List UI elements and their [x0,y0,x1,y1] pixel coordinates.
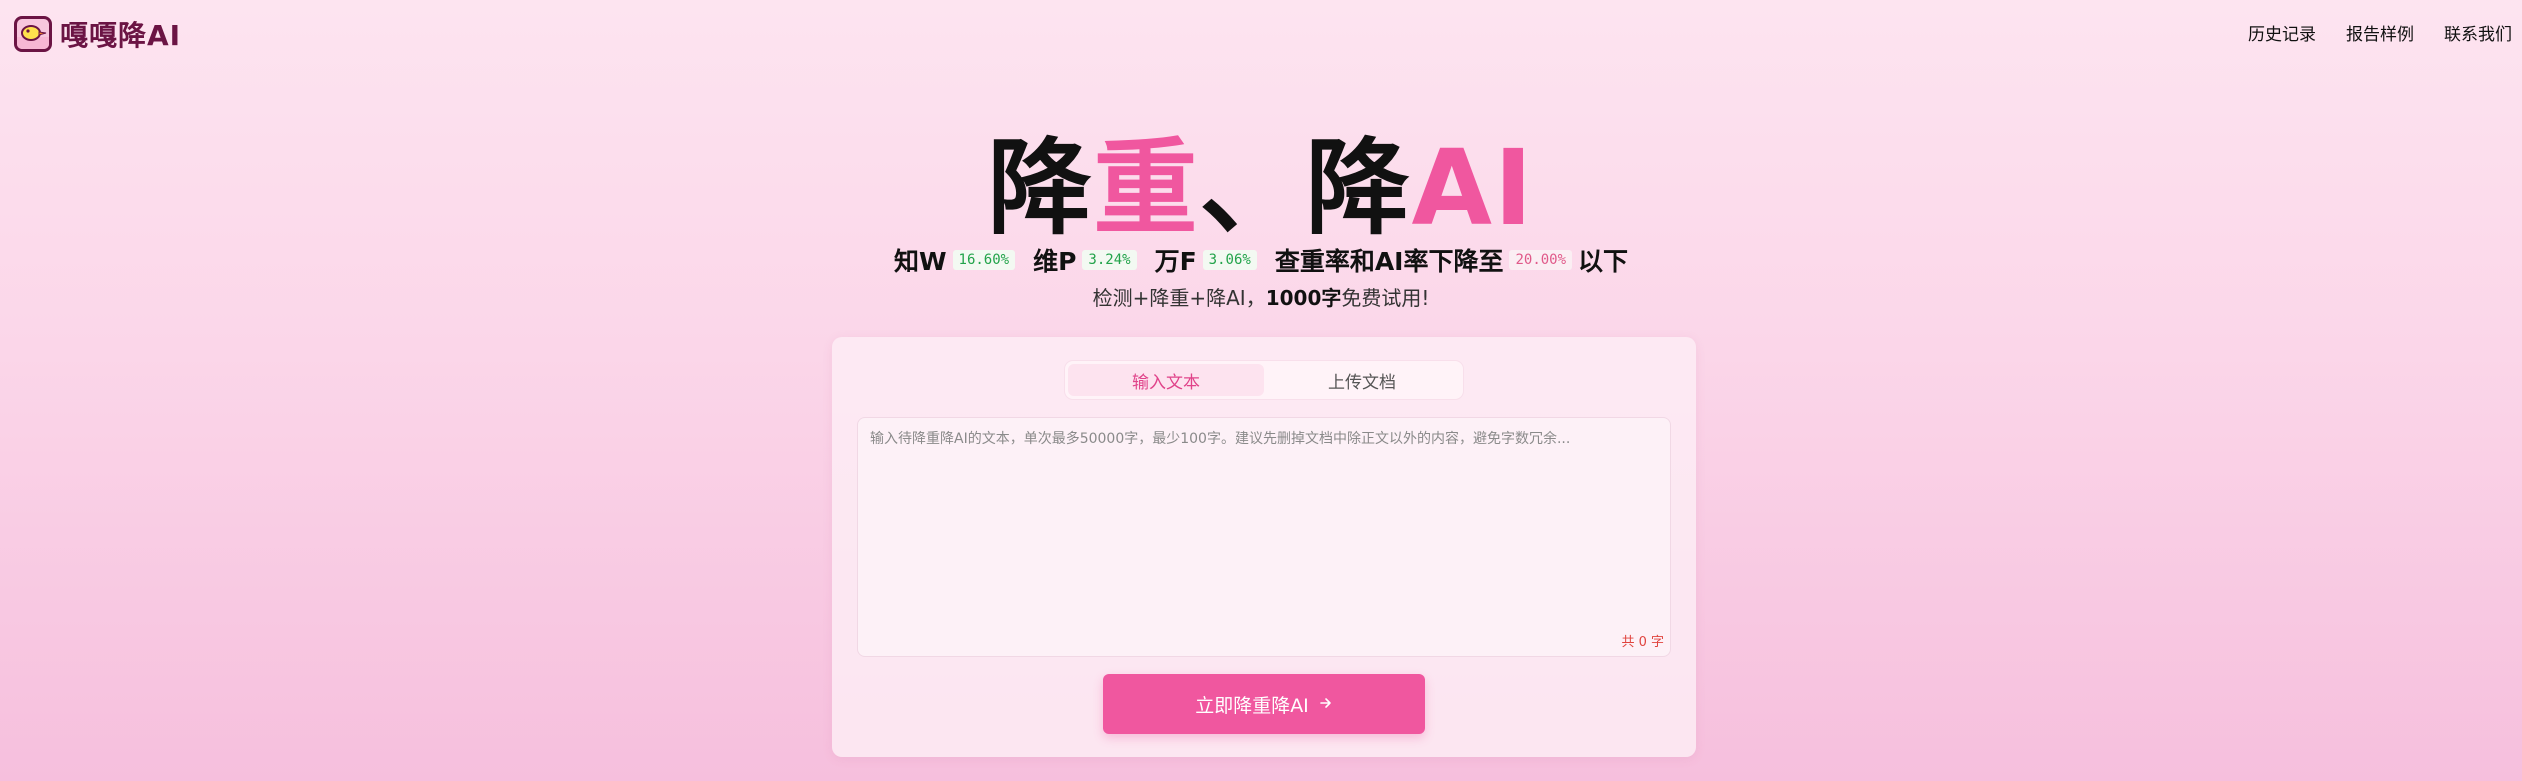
stat-weipu: 维P 3.24% [1033,242,1137,278]
stats-line: 知W 16.60% 维P 3.24% 万F 3.06% 查重率和AI率下降至 2… [0,242,2522,278]
stat-badge: 3.06% [1202,250,1257,270]
stat-label: 万F [1154,247,1197,276]
target-suffix: 以下 [1578,247,1629,276]
stat-label: 维P [1033,247,1077,276]
subtitle: 检测+降重+降AI，1000字免费试用! [0,282,2522,311]
tab-upload-document[interactable]: 上传文档 [1264,364,1460,396]
nav-history[interactable]: 历史记录 [2248,20,2316,45]
submit-label: 立即降重降AI [1195,694,1309,717]
hero-title-part: AI [1411,127,1535,249]
target-badge: 20.00% [1509,250,1573,270]
tab-input-text[interactable]: 输入文本 [1068,364,1264,396]
hero-title: 降重、降AI [0,128,2522,248]
logo[interactable]: 嘎嘎降AI [14,14,181,54]
hero-title-part: 重 [1093,127,1200,249]
nav-contact[interactable]: 联系我们 [2444,20,2512,45]
input-card: 输入文本 上传文档 共 0 字 立即降重降AI [832,337,1696,757]
stat-badge: 3.24% [1082,250,1137,270]
hero-title-part: 降 [987,127,1094,249]
input-mode-tabs: 输入文本 上传文档 [1065,361,1463,399]
stat-wanfang: 万F 3.06% [1155,242,1257,278]
logo-duck-icon [14,16,52,52]
top-nav: 历史记录 报告样例 联系我们 [2248,20,2512,45]
hero-title-part: 降 [1305,127,1412,249]
submit-button[interactable]: 立即降重降AI [1103,674,1425,734]
arrow-right-icon [1319,693,1333,715]
subtitle-bold: 1000字 [1265,286,1342,310]
nav-report-sample[interactable]: 报告样例 [2346,20,2414,45]
char-count: 共 0 字 [1621,635,1664,650]
target-prefix: 查重率和AI率下降至 [1274,247,1504,276]
stat-badge: 16.60% [952,250,1016,270]
stat-target: 查重率和AI率下降至 20.00% 以下 [1275,242,1628,278]
subtitle-suffix: 免费试用! [1341,286,1430,310]
text-input[interactable] [858,418,1670,656]
subtitle-prefix: 检测+降重+降AI， [1092,286,1266,310]
hero-title-part: 、 [1199,127,1306,249]
stat-zhiwang: 知W 16.60% [893,242,1016,278]
text-input-box: 共 0 字 [857,417,1671,657]
logo-text: 嘎嘎降AI [60,19,182,52]
stat-label: 知W [893,247,947,276]
